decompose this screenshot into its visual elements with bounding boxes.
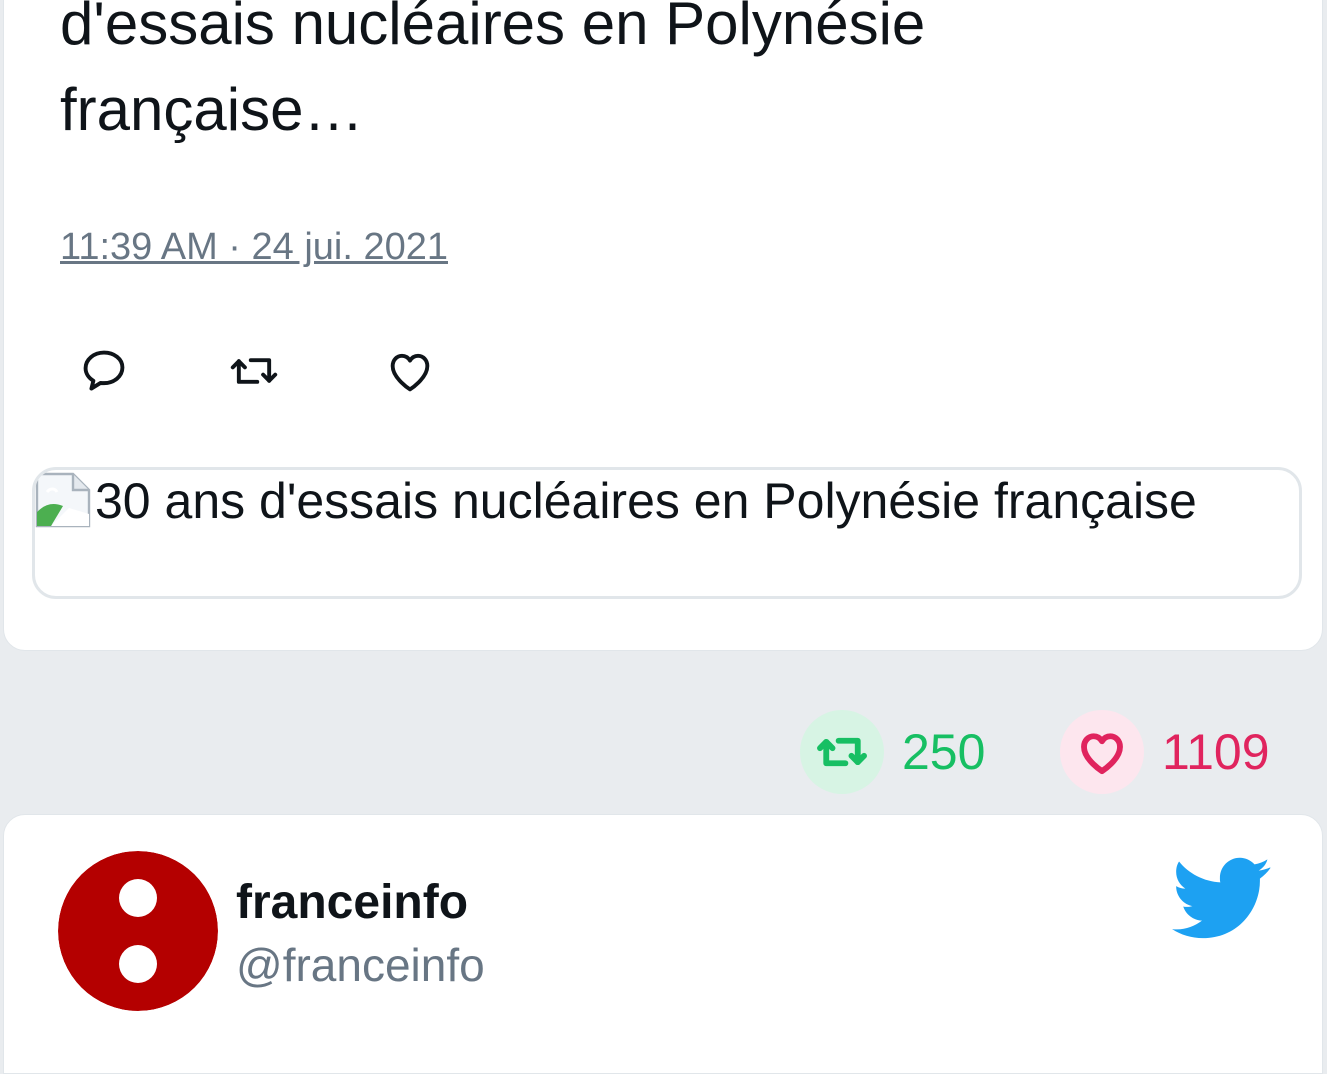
like-count: 1109 [1162, 724, 1270, 780]
tweet-timestamp-link[interactable]: 11:39 AM · 24 jui. 2021 [60, 225, 448, 269]
retweet-icon [230, 358, 278, 384]
like-button[interactable] [370, 335, 450, 407]
retweet-stat[interactable]: 250 [800, 710, 985, 794]
retweet-count: 250 [902, 724, 986, 780]
like-stat-icon [1081, 733, 1123, 775]
retweet-stat-icon-wrap [800, 710, 884, 794]
author-name[interactable]: franceinfo [236, 875, 468, 931]
author-handle[interactable]: @franceinfo [236, 937, 485, 993]
tweet-actions [64, 335, 450, 407]
retweet-stat-icon [817, 737, 867, 767]
twitter-bird-icon[interactable] [1172, 857, 1272, 941]
tweet-text: d'essais nucléaires en Polynésie françai… [60, 0, 926, 143]
avatar[interactable] [58, 851, 218, 1011]
like-stat[interactable]: 1109 [1060, 710, 1270, 794]
like-icon [390, 353, 430, 392]
reply-button[interactable] [64, 335, 144, 407]
media-alt-text: 30 ans d'essais nucléaires en Polynésie … [95, 473, 1197, 529]
next-tweet-card: franceinfo @franceinfo [3, 814, 1323, 1074]
media-preview[interactable]: 30 ans d'essais nucléaires en Polynésie … [32, 467, 1302, 599]
retweet-button[interactable] [214, 335, 294, 407]
tweet-card: d'essais nucléaires en Polynésie françai… [3, 0, 1323, 651]
like-stat-icon-wrap [1060, 710, 1144, 794]
reply-icon [83, 350, 125, 391]
